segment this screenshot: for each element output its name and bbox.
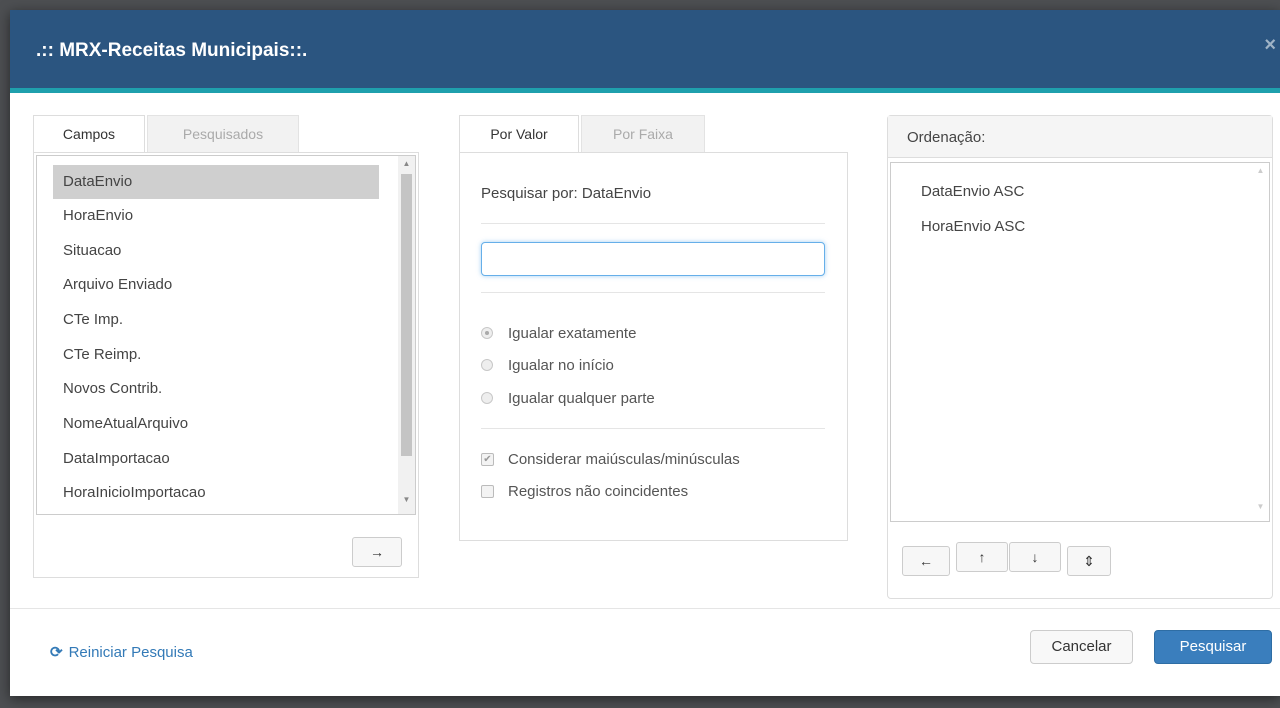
footer-divider <box>10 608 1280 609</box>
radio-checked-icon[interactable] <box>481 327 493 339</box>
move-up-button[interactable]: ↑ <box>956 542 1008 572</box>
cancel-button[interactable]: Cancelar <box>1030 630 1133 664</box>
search-dialog: .:: MRX-Receitas Municipais::. × Campos … <box>10 10 1280 696</box>
search-by-label: Pesquisar por: DataEnvio <box>481 185 652 202</box>
tab-por-valor[interactable]: Por Valor <box>459 115 579 152</box>
divider <box>481 292 825 293</box>
list-item[interactable]: DataImportacao <box>53 442 379 476</box>
search-input[interactable] <box>481 242 825 276</box>
scroll-up-icon[interactable]: ▲ <box>1252 163 1269 179</box>
scroll-up-icon[interactable]: ▲ <box>398 156 415 172</box>
list-item[interactable]: DataEnvio <box>53 165 379 199</box>
fields-list[interactable]: DataEnvio HoraEnvio Situacao Arquivo Env… <box>36 155 416 515</box>
tab-campos[interactable]: Campos <box>33 115 145 152</box>
list-item[interactable]: HoraEnvio ASC <box>921 218 1025 235</box>
order-scrollbar[interactable]: ▲ ▼ <box>1252 163 1269 521</box>
divider <box>481 428 825 429</box>
scroll-down-icon[interactable]: ▼ <box>1252 499 1269 515</box>
scroll-thumb[interactable] <box>401 174 412 456</box>
order-heading: Ordenação: <box>888 116 1272 158</box>
checkbox-icon[interactable] <box>481 485 494 498</box>
remove-order-button[interactable]: ← <box>902 546 950 576</box>
dialog-header: .:: MRX-Receitas Municipais::. × <box>10 10 1280 93</box>
search-panel: Por Valor Por Faixa Pesquisar por: DataE… <box>459 115 848 541</box>
order-panel: Ordenação: DataEnvio ASC HoraEnvio ASC ▲… <box>887 115 1273 599</box>
add-field-button[interactable]: → <box>352 537 402 567</box>
list-item[interactable]: NomeAtualArquivo <box>53 407 379 441</box>
fields-panel-body: DataEnvio HoraEnvio Situacao Arquivo Env… <box>33 152 419 578</box>
list-item[interactable]: CTe Reimp. <box>53 338 379 372</box>
search-tabs: Por Valor Por Faixa <box>459 115 848 153</box>
list-item[interactable]: Situacao <box>53 234 379 268</box>
checkbox-checked-icon[interactable]: ✔ <box>481 453 494 466</box>
fields-scrollbar[interactable]: ▲ ▼ <box>398 156 415 514</box>
refresh-icon: ⟳ <box>50 644 63 661</box>
fields-tabs: Campos Pesquisados <box>33 115 419 153</box>
tab-por-faixa[interactable]: Por Faixa <box>581 115 705 152</box>
tab-pesquisados[interactable]: Pesquisados <box>147 115 299 152</box>
list-item[interactable]: Novos Contrib. <box>53 372 379 406</box>
fields-panel: Campos Pesquisados DataEnvio HoraEnvio S… <box>33 115 419 578</box>
reset-search-link[interactable]: ⟳ Reiniciar Pesquisa <box>50 643 193 661</box>
move-down-button[interactable]: ↓ <box>1009 542 1061 572</box>
search-button[interactable]: Pesquisar <box>1154 630 1272 664</box>
list-item[interactable]: Arquivo Enviado <box>53 268 379 302</box>
dialog-title: .:: MRX-Receitas Municipais::. <box>36 40 308 61</box>
list-item[interactable]: CTe Imp. <box>53 303 379 337</box>
toggle-order-button[interactable]: ⇕ <box>1067 546 1111 576</box>
scroll-down-icon[interactable]: ▼ <box>398 492 415 508</box>
order-list[interactable]: DataEnvio ASC HoraEnvio ASC ▲ ▼ <box>890 162 1270 522</box>
close-icon[interactable]: × <box>1264 34 1276 57</box>
list-item[interactable]: HoraEnvio <box>53 199 379 233</box>
divider <box>481 223 825 224</box>
radio-icon[interactable] <box>481 392 493 404</box>
radio-icon[interactable] <box>481 359 493 371</box>
list-item[interactable]: DataEnvio ASC <box>921 183 1024 200</box>
list-item[interactable]: HoraInicioImportacao <box>53 476 379 510</box>
